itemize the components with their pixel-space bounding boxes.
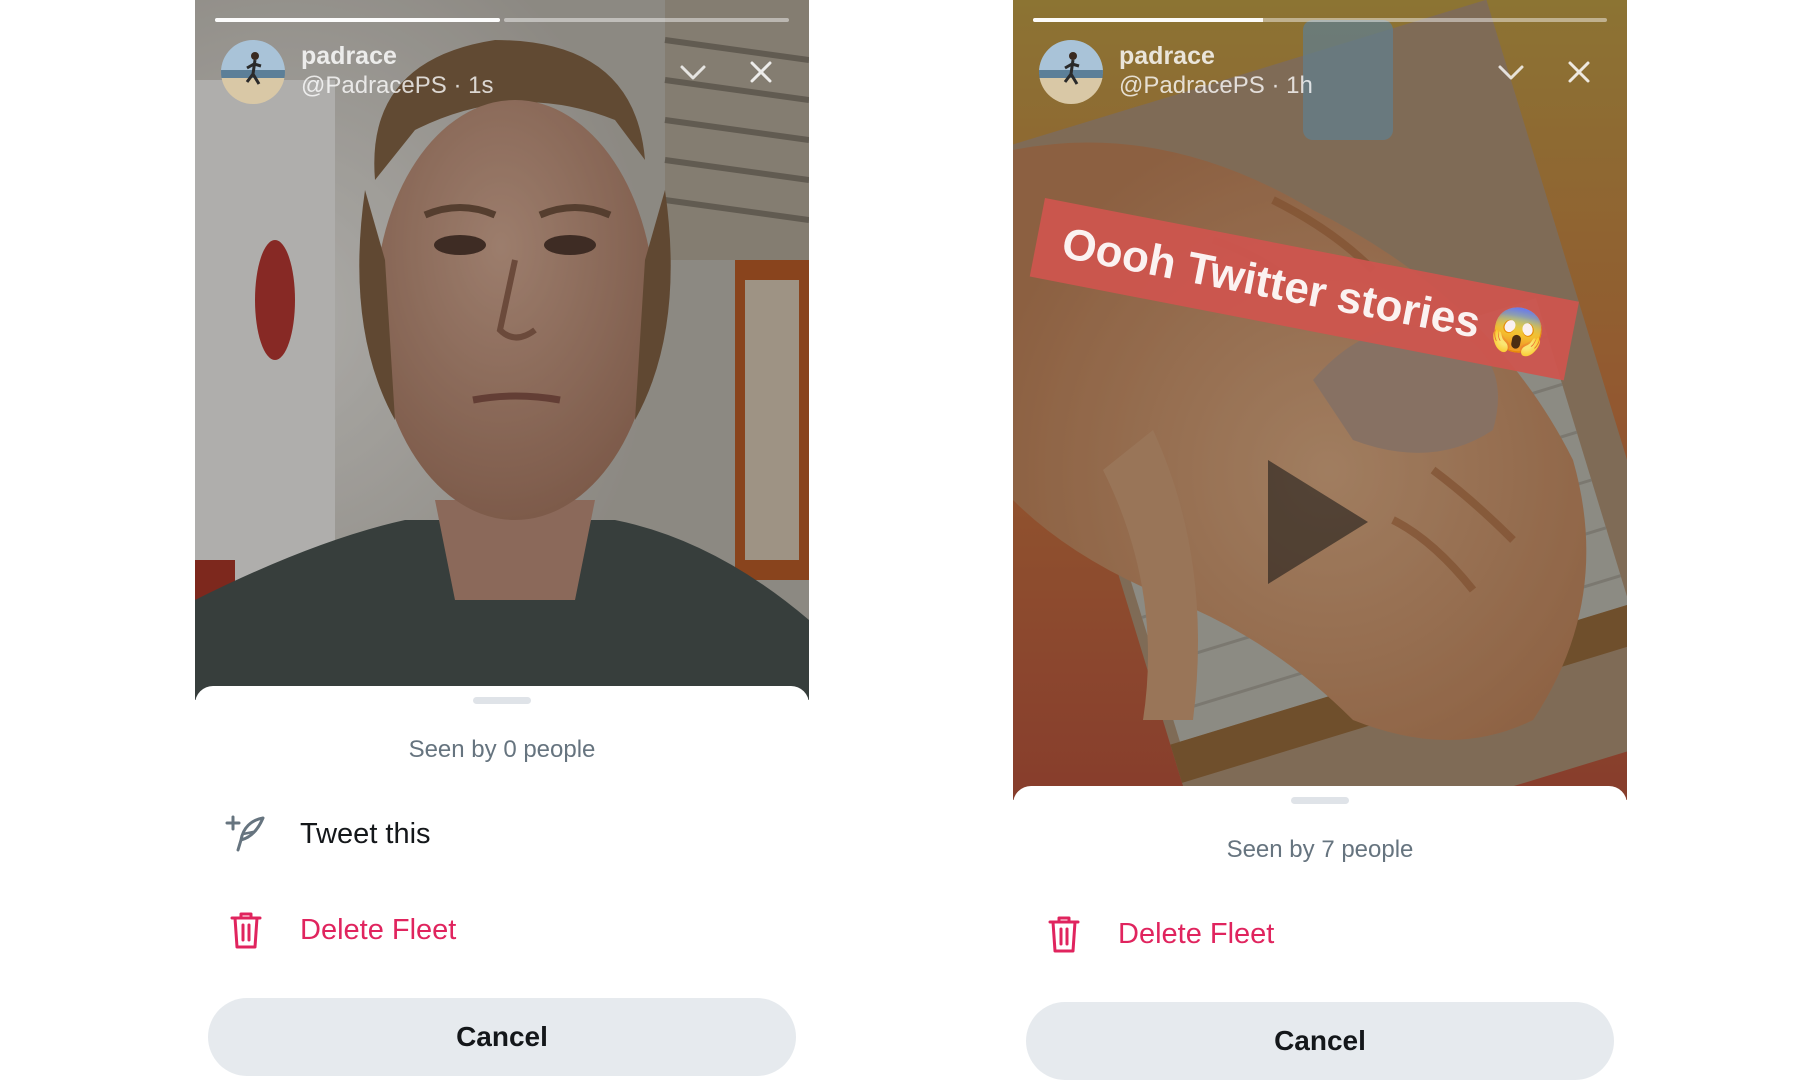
fleet-video-cat[interactable]: Oooh Twitter stories 😱 padrace @PadraceP… <box>1013 0 1627 800</box>
delete-fleet-button[interactable]: Delete Fleet <box>1013 898 1627 970</box>
photo-dim-overlay <box>1013 0 1627 800</box>
fleet-progress-bar <box>1033 18 1607 22</box>
tweet-this-button[interactable]: Tweet this <box>195 798 809 870</box>
cancel-button[interactable]: Cancel <box>208 998 796 1076</box>
close-icon[interactable] <box>1561 54 1597 90</box>
fleet-action-sheet: Seen by 0 people Tweet this Delete Fleet <box>195 686 809 1088</box>
user-handle-time: @PadracePS · 1s <box>301 72 494 99</box>
delete-fleet-label: Delete Fleet <box>300 914 457 946</box>
trash-icon <box>225 910 267 950</box>
close-icon[interactable] <box>743 54 779 90</box>
cancel-button[interactable]: Cancel <box>1026 1002 1614 1080</box>
progress-segment <box>504 18 789 22</box>
sheet-drag-handle[interactable] <box>473 697 531 704</box>
trash-icon <box>1043 914 1085 954</box>
fleet-header: padrace @PadracePS · 1s <box>221 38 783 108</box>
fleet-header: padrace @PadracePS · 1h <box>1039 38 1601 108</box>
delete-fleet-button[interactable]: Delete Fleet <box>195 894 809 966</box>
seen-by-count: Seen by 0 people <box>408 736 596 763</box>
sheet-drag-handle[interactable] <box>1291 797 1349 804</box>
tweet-compose-icon <box>225 814 267 854</box>
avatar[interactable] <box>1039 40 1103 104</box>
fleet-progress-bar <box>215 18 789 22</box>
runner-avatar-image <box>1039 40 1103 104</box>
progress-segment <box>1033 18 1607 22</box>
user-display-name: padrace <box>301 42 397 70</box>
user-display-name: padrace <box>1119 42 1215 70</box>
tweet-this-label: Tweet this <box>300 818 431 850</box>
avatar[interactable] <box>221 40 285 104</box>
user-handle-time: @PadracePS · 1h <box>1119 72 1313 99</box>
chevron-down-icon[interactable] <box>675 54 711 90</box>
delete-fleet-label: Delete Fleet <box>1118 918 1275 950</box>
runner-avatar-image <box>221 40 285 104</box>
fleet-viewer-right: Oooh Twitter stories 😱 padrace @PadraceP… <box>1013 0 1627 1088</box>
fleet-action-sheet: Seen by 7 people Delete Fleet Cancel <box>1013 786 1627 1088</box>
fleet-viewer-left: padrace @PadracePS · 1s Seen by 0 people… <box>195 0 809 1088</box>
progress-segment <box>215 18 500 22</box>
seen-by-count: Seen by 7 people <box>1226 836 1414 863</box>
chevron-down-icon[interactable] <box>1493 54 1529 90</box>
fleet-photo-selfie[interactable]: padrace @PadracePS · 1s <box>195 0 809 700</box>
